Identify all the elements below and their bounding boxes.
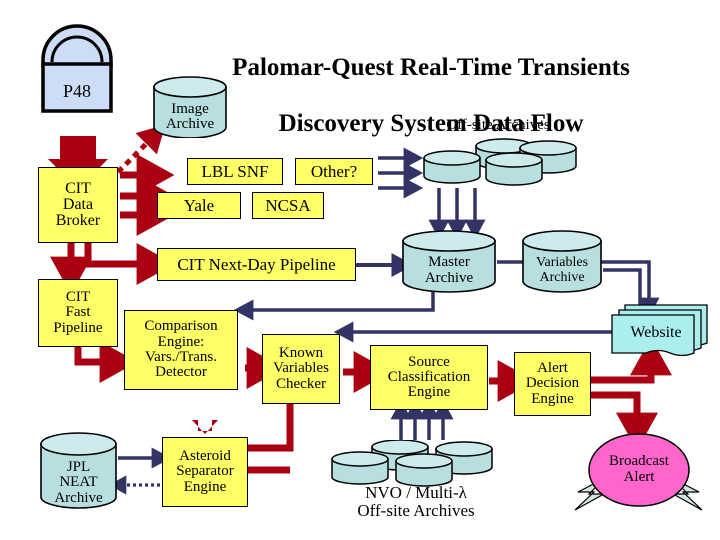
arrow-alert-decision-to-broadcast-alert xyxy=(591,391,658,451)
arrow-master-archive-to-comparison-engine xyxy=(233,292,435,321)
yale-label: Yale xyxy=(183,195,215,215)
variables-archive-cylinder[interactable]: Variables Archive xyxy=(521,230,603,293)
cylinder-icon xyxy=(40,432,117,509)
arrow-broker-to-next-day-pipeline xyxy=(84,243,175,285)
cit-data-broker-label: CIT Data Broker xyxy=(55,179,101,230)
p48-telescope[interactable]: P48 xyxy=(36,24,118,114)
arrow-alert-decision-to-website xyxy=(591,337,672,384)
comparison-engine-label: Comparison Engine: Vars./Trans. Detector xyxy=(144,318,218,381)
page-title: Palomar-Quest Real-Time Transients Disco… xyxy=(148,26,714,166)
asteroid-separator-engine-label: Asteroid Separator Engine xyxy=(176,448,234,495)
disk-cluster-icon xyxy=(331,439,493,487)
offsite-archives-top-label: Off-site Archives xyxy=(446,117,550,133)
nvo-archives-label: NVO / Multi-λ Off-site Archives xyxy=(357,483,475,521)
comparison-engine-box[interactable]: Comparison Engine: Vars./Trans. Detector xyxy=(124,310,238,390)
arrow-fast-pipeline-to-comparison-engine xyxy=(74,341,138,383)
arrows-broker-to-collaborators xyxy=(120,154,175,236)
cit-fast-pipeline-box[interactable]: CIT Fast Pipeline xyxy=(38,279,118,347)
alert-ellipse-icon xyxy=(588,433,690,507)
cylinder-icon xyxy=(522,230,602,293)
website-document-stack[interactable]: Website xyxy=(603,302,709,360)
source-classification-engine-box[interactable]: Source Classification Engine xyxy=(370,345,488,410)
cit-next-day-pipeline-box[interactable]: CIT Next-Day Pipeline xyxy=(157,248,356,281)
jpl-neat-archive-cylinder[interactable]: JPL NEAT Archive xyxy=(39,432,118,510)
yale-box[interactable]: Yale xyxy=(157,192,241,219)
arrows-offsite-archives-to-master-archive xyxy=(428,188,486,240)
nvo-archives-cluster[interactable] xyxy=(328,439,498,488)
asteroid-separator-engine-box[interactable]: Asteroid Separator Engine xyxy=(162,437,248,507)
alert-decision-engine-label: Alert Decision Engine xyxy=(525,360,580,407)
cit-data-broker-box[interactable]: CIT Data Broker xyxy=(38,167,118,243)
telescope-dome-icon xyxy=(41,24,113,113)
stacked-document-icon xyxy=(611,304,708,357)
ncsa-box[interactable]: NCSA xyxy=(252,192,324,219)
cylinder-icon xyxy=(402,230,496,293)
source-classification-engine-label: Source Classification Engine xyxy=(387,353,471,401)
master-archive-cylinder[interactable]: Master Archive xyxy=(401,230,497,293)
broadcast-alert-ellipse[interactable]: Broadcast Alert xyxy=(587,432,691,508)
alert-decision-engine-box[interactable]: Alert Decision Engine xyxy=(514,352,591,416)
known-variables-checker-box[interactable]: Known Variables Checker xyxy=(262,334,340,404)
cit-next-day-pipeline-label: CIT Next-Day Pipeline xyxy=(177,254,336,274)
known-variables-checker-label: Known Variables Checker xyxy=(273,345,329,392)
diagram-canvas: Palomar-Quest Real-Time Transients Disco… xyxy=(0,0,720,540)
cit-fast-pipeline-label: CIT Fast Pipeline xyxy=(53,289,103,336)
ncsa-label: NCSA xyxy=(265,195,311,215)
page-title-line1: Palomar-Quest Real-Time Transients xyxy=(232,54,630,81)
arrows-nvo-archives-to-source-classification xyxy=(390,399,454,440)
